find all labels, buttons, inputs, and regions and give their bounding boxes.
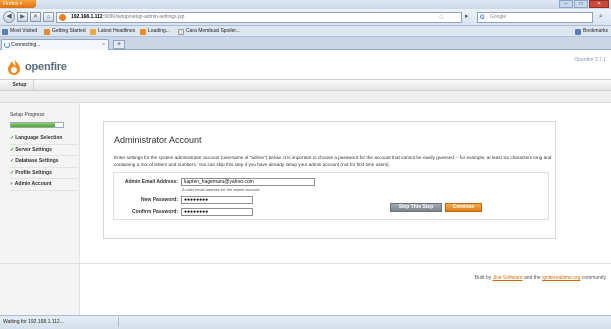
bookmark-most-visited[interactable]: Most Visited	[2, 26, 37, 37]
skip-step-button[interactable]: Skip This Step	[390, 203, 442, 212]
footer-credits: Built by Jive Software and the igniterea…	[474, 275, 606, 281]
back-arrow-icon[interactable]: ◀	[3, 11, 15, 23]
bookmark-getting-started[interactable]: Getting Started	[44, 26, 86, 37]
browser-titlebar: Firefox ▾ – □ ✕	[0, 0, 611, 9]
flame-logo-icon	[8, 59, 20, 75]
igniterealtime-link[interactable]: igniterealtime.org	[542, 275, 580, 281]
tab-setup[interactable]: Setup	[6, 80, 34, 91]
home-icon[interactable]: ⌂	[43, 12, 54, 22]
confirm-password-label: Confirm Password:	[132, 209, 178, 215]
confirm-password-field[interactable]: ●●●●●●●●	[181, 208, 253, 216]
page-content: openfire Openfire 3.7.1 Setup Setup Prog…	[0, 50, 611, 315]
page-icon	[178, 28, 184, 35]
continue-button[interactable]: Continue	[445, 203, 482, 212]
bookmark-loading[interactable]: Loading...	[140, 26, 170, 37]
bookmarks-folder-icon	[575, 28, 581, 35]
check-icon: ✓	[10, 158, 15, 164]
main-nav: Setup	[0, 79, 611, 91]
setup-steps: ✓Language Selection ✓Server Settings ✓Da…	[10, 133, 78, 191]
setup-sidebar: Setup Progress ✓Language Selection ✓Serv…	[0, 103, 80, 315]
version-label: Openfire 3.7.1	[574, 57, 606, 63]
step-admin-account: » Admin Account	[10, 179, 78, 191]
maximize-button[interactable]: □	[574, 0, 588, 8]
email-label: Admin Email Address:	[124, 179, 178, 185]
page-title: Administrator Account	[114, 135, 202, 145]
window-controls: – □ ✕	[559, 0, 609, 8]
email-field[interactable]: kapten_hagemaru@yahoo.com	[181, 178, 315, 186]
admin-account-panel: Administrator Account Enter settings for…	[103, 121, 556, 239]
search-placeholder: Google	[490, 14, 507, 20]
bookmark-star-icon[interactable]: ☆	[438, 13, 444, 21]
bookmark-latest-headlines[interactable]: Latest Headlines	[90, 26, 135, 37]
forward-arrow-icon[interactable]: ▶	[17, 12, 28, 22]
go-arrow-icon[interactable]: ▸	[465, 12, 475, 23]
openfire-logo: openfire	[6, 58, 67, 76]
new-password-field[interactable]: ●●●●●●●●	[181, 196, 253, 204]
google-icon: G	[480, 15, 485, 21]
jive-software-link[interactable]: Jive Software	[493, 275, 523, 281]
firefox-icon	[44, 28, 50, 35]
url-bar[interactable]: 192.168.1.112:9090/setup/setup-admin-set…	[56, 12, 462, 23]
footer-divider	[0, 263, 611, 264]
check-icon: ✓	[10, 146, 15, 153]
search-input[interactable]: G Google	[477, 12, 593, 23]
browser-statusbar: Waiting for 192.168.1.112...	[0, 315, 611, 329]
url-host: 192.168.1.112	[71, 14, 103, 20]
star-folder-icon	[2, 28, 8, 35]
firefox-menu-button[interactable]: Firefox ▾	[0, 0, 36, 8]
tab-strip: Connecting... × +	[0, 37, 611, 50]
check-icon: ✓	[10, 135, 15, 141]
site-favicon-icon	[59, 14, 66, 21]
bookmarks-toolbar: Most Visited Getting Started Latest Head…	[0, 26, 611, 37]
status-text: Waiting for 192.168.1.112...	[3, 317, 119, 327]
minimize-button[interactable]: –	[559, 0, 573, 8]
step-server-settings: ✓Server Settings	[10, 145, 78, 156]
reload-stop-icon[interactable]: ✕	[30, 12, 41, 22]
check-icon: ✓	[10, 169, 15, 176]
setup-progress-bar	[10, 122, 64, 128]
setup-progress-title: Setup Progress	[10, 112, 45, 118]
navigation-toolbar: ◀ ▶ ✕ ⌂ 192.168.1.112:9090/setup/setup-a…	[0, 9, 611, 26]
brand-name: openfire	[25, 61, 67, 73]
search-magnifier-icon[interactable]: ⌕	[595, 12, 607, 23]
close-tab-icon[interactable]: ×	[102, 40, 105, 50]
rss-icon	[90, 28, 96, 35]
step-language-selection: ✓Language Selection	[10, 133, 78, 145]
email-hint: A valid email address for the admin acco…	[182, 187, 261, 192]
tab-connecting[interactable]: Connecting... ×	[1, 39, 109, 50]
loading-spinner-icon	[4, 42, 10, 48]
current-step-icon: »	[10, 181, 13, 187]
new-password-label: New Password:	[141, 197, 178, 203]
step-profile-settings: ✓Profile Settings	[10, 168, 78, 179]
page-description: Enter settings for the system administra…	[114, 155, 552, 167]
sub-nav-bar	[0, 91, 611, 103]
new-tab-button[interactable]: +	[113, 40, 125, 49]
close-window-button[interactable]: ✕	[589, 0, 609, 8]
tab-title: Connecting...	[11, 42, 41, 48]
progress-fill	[11, 123, 56, 127]
bookmark-cara-membuat-spoiler[interactable]: Cara Membuat Spoiler...	[178, 26, 240, 37]
bookmarks-menu[interactable]: Bookmarks	[575, 26, 608, 37]
admin-form: Admin Email Address: kapten_hagemaru@yah…	[113, 172, 549, 220]
blogger-icon	[140, 28, 146, 35]
step-database-settings: ✓Database Settings	[10, 156, 78, 168]
url-path: :9090/setup/setup-admin-settings.jsp	[102, 14, 185, 20]
